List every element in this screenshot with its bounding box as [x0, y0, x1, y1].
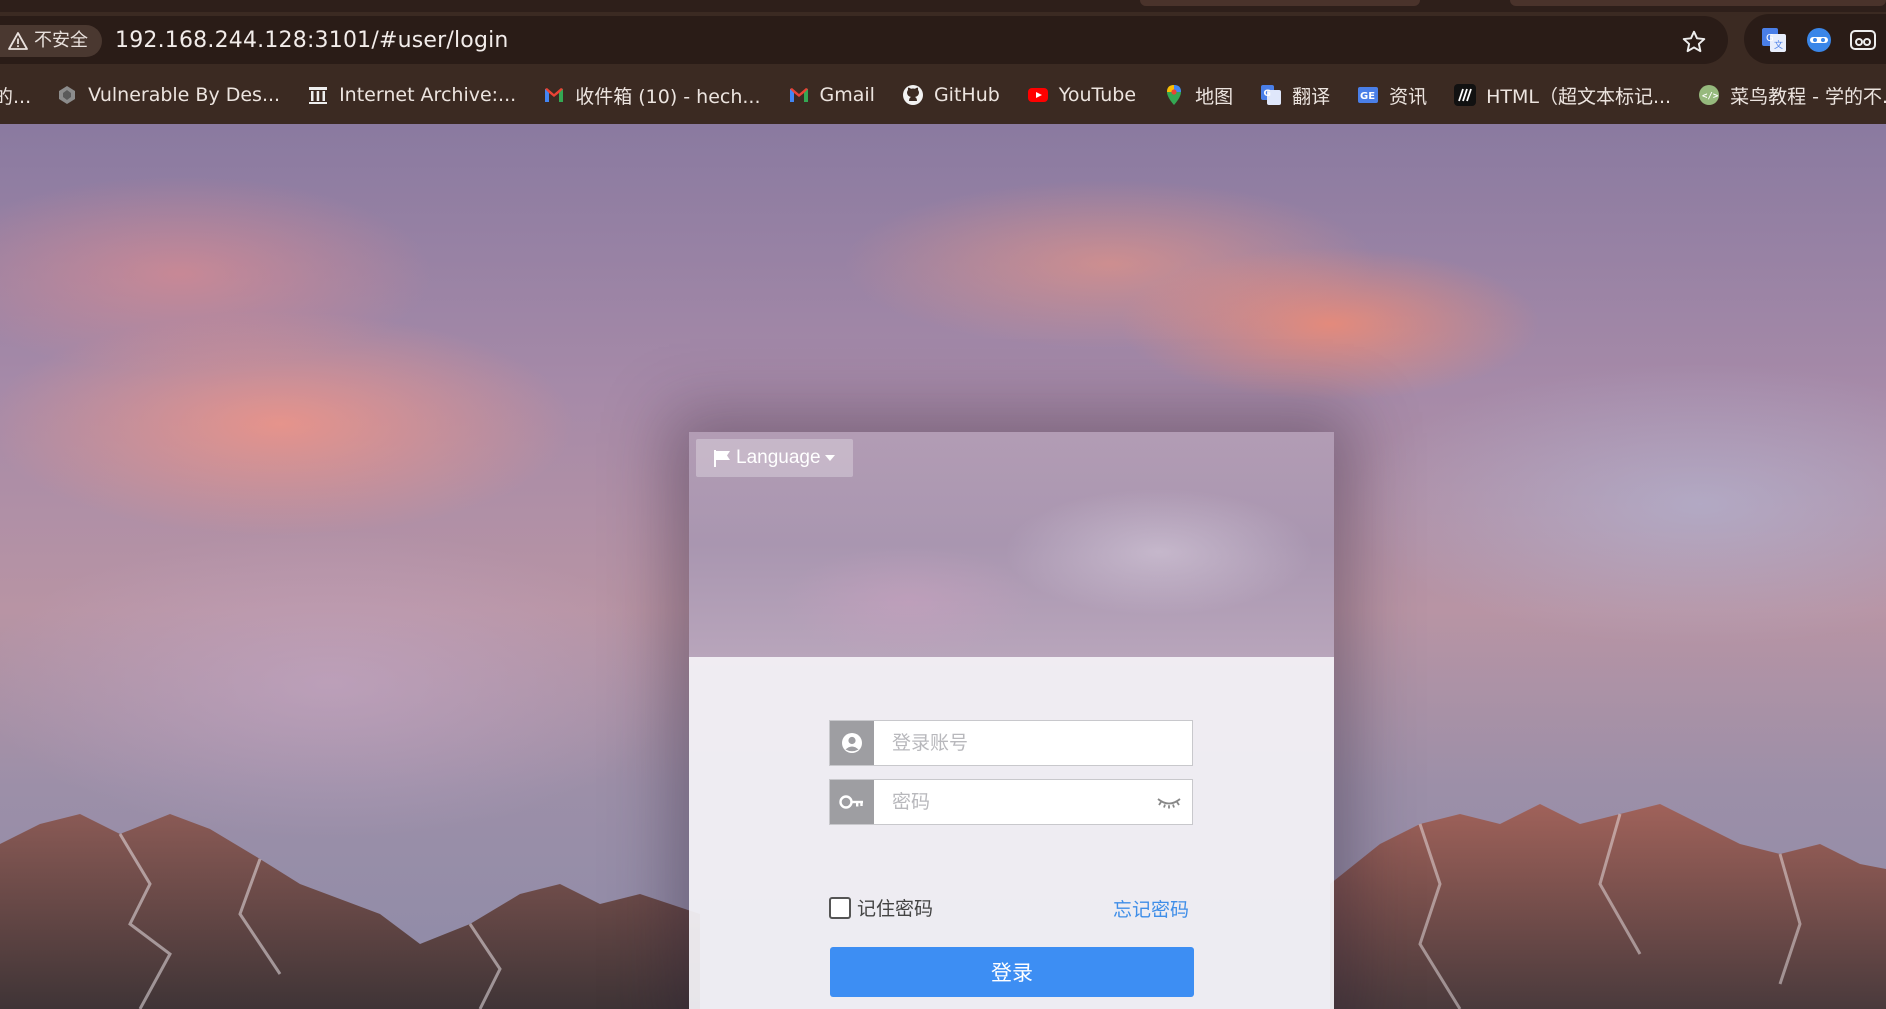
- bookmark-item[interactable]: Vulnerable By Des...: [56, 75, 280, 115]
- bookmark-item[interactable]: Internet Archive:...: [307, 75, 516, 115]
- bookmark-label: HTML（超文本标记...: [1486, 85, 1672, 108]
- bookmark-label: 菜鸟教程 - 学的不...: [1730, 85, 1886, 108]
- user-icon: [842, 733, 862, 753]
- translate-icon: G: [1260, 84, 1282, 106]
- translate-extension-icon[interactable]: G 文: [1761, 27, 1787, 53]
- login-card: Language 登录账号 记住密码 忘记密码 登录: [689, 432, 1334, 1009]
- tab-edge: [1140, 0, 1420, 6]
- bookmark-item[interactable]: GitHub: [902, 75, 1000, 115]
- svg-text:G: G: [1264, 89, 1271, 99]
- bookmark-item[interactable]: </> 菜鸟教程 - 学的不...: [1698, 75, 1886, 115]
- language-dropdown[interactable]: Language: [696, 439, 853, 477]
- password-prefix: [830, 780, 874, 824]
- language-label: Language: [736, 447, 821, 468]
- bookmark-item[interactable]: HTML（超文本标记...: [1454, 75, 1671, 115]
- bookmark-item[interactable]: G 翻译: [1260, 75, 1330, 115]
- bookmark-label: Gmail: [819, 84, 875, 106]
- login-button[interactable]: 登录: [830, 947, 1194, 997]
- tab-edge: [1510, 0, 1886, 6]
- reader-extension-icon[interactable]: [1850, 27, 1876, 53]
- chevron-down-icon: [824, 455, 835, 461]
- bookmark-label: 地图: [1195, 85, 1234, 108]
- bookmark-item[interactable]: 地图: [1163, 75, 1233, 115]
- mdn-icon: [1454, 84, 1477, 106]
- login-form: 记住密码 忘记密码 登录: [689, 657, 1334, 1009]
- account-prefix: [830, 721, 874, 765]
- bookmark-item[interactable]: YouTube: [1027, 75, 1136, 115]
- bookmark-item[interactable]: 收件箱 (10) - hech...: [543, 75, 761, 115]
- privacy-extension-icon[interactable]: [1806, 27, 1832, 53]
- remember-label: 记住密码: [857, 898, 934, 920]
- account-field: [829, 720, 1193, 766]
- tab-strip: [0, 0, 1886, 12]
- extensions-area: G 文: [1744, 14, 1886, 64]
- github-icon: [902, 84, 924, 106]
- news-icon: GE: [1357, 84, 1379, 106]
- url-text[interactable]: 192.168.244.128:3101/#user/login: [115, 28, 509, 53]
- svg-text:GE: GE: [1360, 91, 1375, 102]
- bookmark-label: YouTube: [1058, 84, 1137, 106]
- remember-checkbox[interactable]: [829, 896, 851, 919]
- bookmark-item[interactable]: GE 资讯: [1357, 75, 1427, 115]
- account-input[interactable]: [874, 721, 1172, 765]
- bookmark-label: GitHub: [933, 84, 1000, 106]
- vulnhub-icon: [56, 84, 78, 106]
- gmail-icon: [788, 84, 810, 106]
- archive-icon: [307, 84, 329, 106]
- bookmarks-bar: 的... Vulnerable By Des... Internet Archi…: [0, 66, 1886, 124]
- password-input[interactable]: [874, 780, 1172, 824]
- runoob-icon: </>: [1698, 84, 1720, 106]
- key-icon: [839, 795, 863, 809]
- gmail-icon: [543, 84, 565, 106]
- svg-text:</>: </>: [1702, 92, 1719, 102]
- svg-text:G: G: [1766, 33, 1774, 44]
- login-card-header: Language: [689, 432, 1334, 657]
- security-label: 不安全: [34, 30, 88, 51]
- login-page: Language 登录账号 记住密码 忘记密码 登录: [0, 124, 1886, 1009]
- bookmark-star-icon[interactable]: [1681, 29, 1707, 55]
- bookmark-item[interactable]: Gmail: [788, 75, 875, 115]
- bookmark-label: 收件箱 (10) - hech...: [575, 85, 761, 108]
- eye-closed-icon[interactable]: [1156, 792, 1182, 812]
- bookmark-label: 翻译: [1292, 85, 1331, 108]
- browser-toolbar: 不安全 192.168.244.128:3101/#user/login G 文: [0, 12, 1886, 66]
- warning-icon: [8, 32, 28, 50]
- svg-text:文: 文: [1774, 39, 1783, 51]
- password-field: [829, 779, 1193, 825]
- security-indicator[interactable]: 不安全: [0, 25, 102, 57]
- remember-password[interactable]: 记住密码: [829, 894, 933, 921]
- address-bar[interactable]: 不安全 192.168.244.128:3101/#user/login: [0, 16, 1728, 64]
- flag-icon: [714, 450, 730, 467]
- bookmark-label: 资讯: [1389, 85, 1428, 108]
- bookmark-label: 的...: [0, 85, 32, 108]
- youtube-icon: [1027, 84, 1049, 106]
- bookmark-label: Vulnerable By Des...: [88, 84, 281, 106]
- bookmark-label: Internet Archive:...: [339, 84, 517, 106]
- bookmark-item[interactable]: 的...: [0, 75, 31, 115]
- forgot-password-link[interactable]: 忘记密码: [1113, 895, 1189, 922]
- maps-icon: [1163, 84, 1185, 106]
